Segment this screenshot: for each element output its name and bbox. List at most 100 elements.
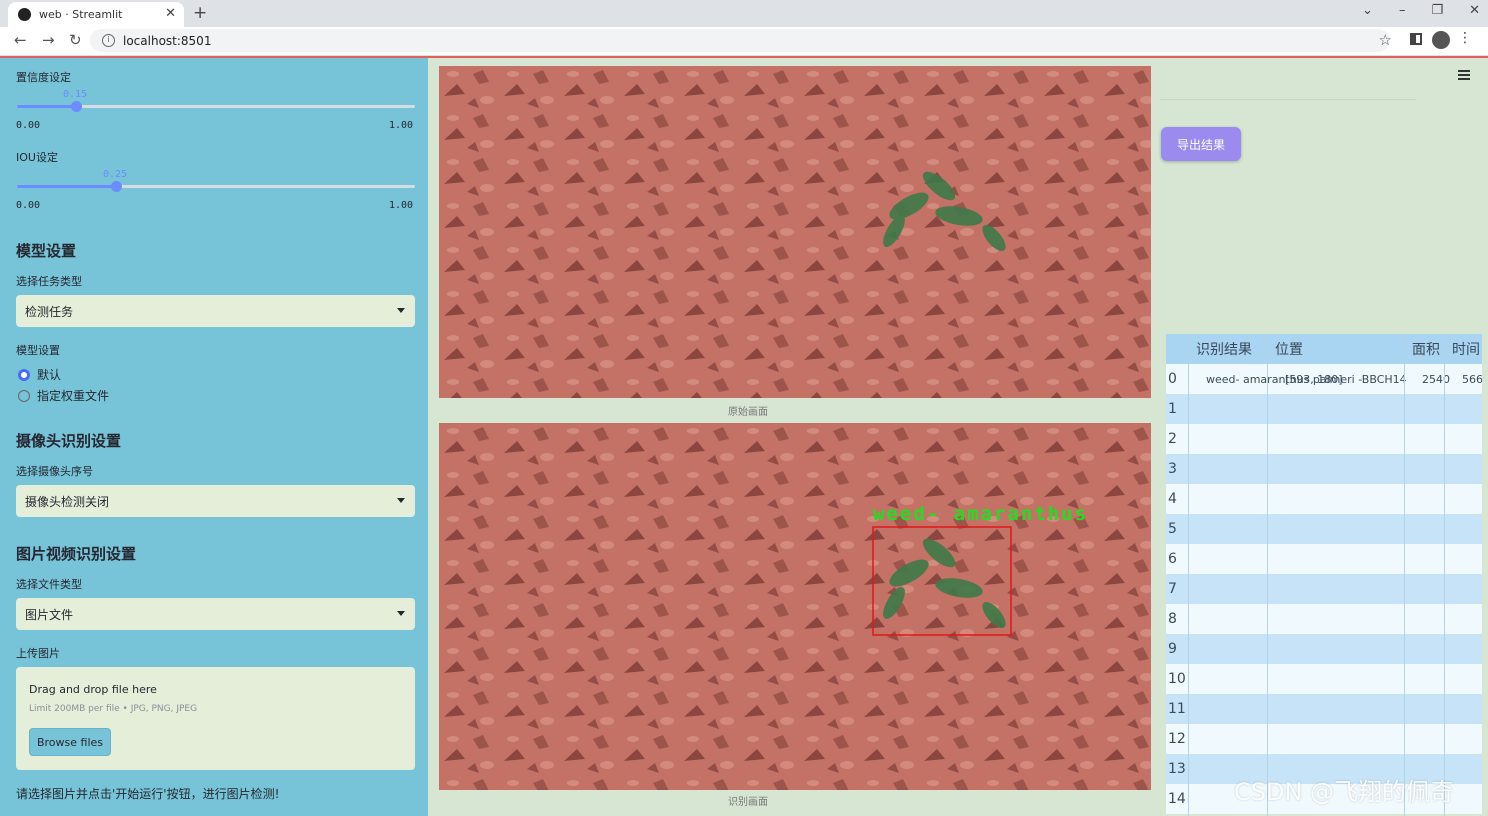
model-radio-default[interactable]: 默认 <box>18 366 61 383</box>
file-type-select[interactable]: 图片文件 <box>16 598 415 630</box>
row-index: 11 <box>1168 701 1186 717</box>
table-row[interactable]: 0 weed- amaranthus palmeri -BBCH14 [593, 1… <box>1166 364 1482 394</box>
original-image <box>439 66 1151 398</box>
table-header-cell[interactable]: 时间 <box>1452 334 1480 364</box>
tab-close-icon[interactable]: ✕ <box>165 6 176 21</box>
table-row[interactable]: 7 <box>1166 574 1482 604</box>
upload-label: 上传图片 <box>16 647 60 660</box>
table-row[interactable]: 1 <box>1166 394 1482 424</box>
column-divider <box>1404 334 1405 816</box>
row-index: 14 <box>1168 791 1186 807</box>
row-index: 3 <box>1168 461 1177 477</box>
table-row[interactable]: 11 <box>1166 694 1482 724</box>
minimize-icon[interactable]: – <box>1399 3 1406 18</box>
table-header-cell[interactable]: 位置 <box>1275 334 1303 364</box>
column-divider <box>1188 334 1189 816</box>
media-section-title: 图片视频识别设置 <box>16 545 137 563</box>
file-dropzone[interactable]: Drag and drop file here Limit 200MB per … <box>16 667 415 770</box>
row-index: 13 <box>1168 761 1186 777</box>
row-index: 4 <box>1168 491 1177 507</box>
table-cell: 5669.05 <box>1462 372 1482 386</box>
row-index: 0 <box>1168 371 1177 387</box>
site-info-icon[interactable]: i <box>102 34 115 47</box>
chevron-down-icon <box>397 308 405 313</box>
dropzone-subtitle: Limit 200MB per file • JPG, PNG, JPEG <box>29 704 198 714</box>
table-row[interactable]: 8 <box>1166 604 1482 634</box>
row-index: 6 <box>1168 551 1177 567</box>
run-hint: 请选择图片并点击'开始运行'按钮，进行图片检测! <box>16 787 280 801</box>
row-index: 2 <box>1168 431 1177 447</box>
browse-files-button[interactable]: Browse files <box>29 728 111 756</box>
streamlit-menu-icon[interactable] <box>1458 70 1470 82</box>
table-cell: 2540 <box>1422 372 1450 386</box>
iou-max: 1.00 <box>389 200 414 211</box>
camera-select[interactable]: 摄像头检测关闭 <box>16 485 415 517</box>
confidence-slider[interactable] <box>17 101 415 112</box>
soil-photo-annotated <box>439 423 1151 790</box>
table-row[interactable]: 2 <box>1166 424 1482 454</box>
confidence-slider-thumb[interactable] <box>71 101 82 112</box>
table-row[interactable]: 4 <box>1166 484 1482 514</box>
divider <box>1160 99 1416 100</box>
table-cell: [593, 180] <box>1285 372 1343 386</box>
result-caption: 识别画面 <box>728 797 768 808</box>
table-row[interactable]: 9 <box>1166 634 1482 664</box>
iou-slider[interactable] <box>17 181 415 192</box>
radio-custom-label: 指定权重文件 <box>37 389 110 403</box>
url-text: localhost:8501 <box>123 33 212 48</box>
result-image: weed- amaranthus <box>439 423 1151 790</box>
camera-select-value: 摄像头检测关闭 <box>25 494 110 509</box>
table-header-cell[interactable]: 识别结果 <box>1196 334 1252 364</box>
table-row[interactable]: 5 <box>1166 514 1482 544</box>
reload-icon[interactable]: ↻ <box>69 31 82 49</box>
browser-tab[interactable]: web · Streamlit ✕ <box>8 2 184 27</box>
file-type-value: 图片文件 <box>25 607 74 622</box>
table-row[interactable]: 3 <box>1166 454 1482 484</box>
csdn-watermark: CSDN @飞翔的佩奇 <box>1234 778 1455 806</box>
tab-title: web · Streamlit <box>39 8 123 21</box>
dropzone-title: Drag and drop file here <box>29 683 157 696</box>
original-caption: 原始画面 <box>728 407 768 418</box>
confidence-slider-fill <box>17 105 76 108</box>
bookmark-star-icon[interactable]: ☆ <box>1379 31 1392 49</box>
restore-icon[interactable]: ❐ <box>1431 3 1443 18</box>
confidence-label: 置信度设定 <box>16 71 71 84</box>
detection-label: weed- amaranthus <box>873 503 1089 525</box>
forward-icon[interactable]: → <box>42 31 55 49</box>
task-type-select[interactable]: 检测任务 <box>16 295 415 327</box>
address-bar[interactable]: i localhost:8501 <box>90 29 1390 52</box>
column-divider <box>1444 334 1445 816</box>
streamlit-favicon-icon <box>18 8 31 21</box>
file-type-label: 选择文件类型 <box>16 578 82 591</box>
row-index: 5 <box>1168 521 1177 537</box>
task-type-label: 选择任务类型 <box>16 275 82 288</box>
table-row[interactable]: 10 <box>1166 664 1482 694</box>
browser-menu-icon[interactable]: ⋮ <box>1458 30 1472 46</box>
confidence-max: 1.00 <box>389 120 414 131</box>
model-section-title: 模型设置 <box>16 242 77 260</box>
iou-slider-fill <box>17 185 116 188</box>
back-icon[interactable]: ← <box>14 31 27 49</box>
radio-unselected-icon <box>18 389 30 402</box>
model-label: 模型设置 <box>16 344 60 357</box>
model-radio-custom[interactable]: 指定权重文件 <box>18 387 109 404</box>
table-row[interactable]: 12 <box>1166 724 1482 754</box>
row-index: 1 <box>1168 401 1177 417</box>
iou-label: IOU设定 <box>16 151 58 164</box>
row-index: 10 <box>1168 671 1186 687</box>
iou-slider-thumb[interactable] <box>111 181 122 192</box>
results-table[interactable]: 识别结果 位置 面积 时间 0 weed- amaranthus palmeri -BBC… <box>1166 334 1482 816</box>
profile-avatar-icon[interactable] <box>1432 31 1450 49</box>
chevron-down-icon <box>397 611 405 616</box>
new-tab-icon[interactable]: + <box>193 3 207 23</box>
confidence-min: 0.00 <box>16 120 41 131</box>
browser-tab-bar: web · Streamlit ✕ + ⌄ – ❐ ✕ <box>0 0 1488 27</box>
table-row[interactable]: 6 <box>1166 544 1482 574</box>
soil-photo <box>439 66 1151 398</box>
side-panel-icon[interactable] <box>1410 33 1422 45</box>
window-close-icon[interactable]: ✕ <box>1469 3 1480 18</box>
browser-toolbar: ← → ↻ i localhost:8501 ☆ ⋮ <box>0 27 1488 56</box>
export-results-button[interactable]: 导出结果 <box>1161 127 1241 161</box>
tab-search-icon[interactable]: ⌄ <box>1362 3 1373 18</box>
table-header-cell[interactable]: 面积 <box>1412 334 1440 364</box>
